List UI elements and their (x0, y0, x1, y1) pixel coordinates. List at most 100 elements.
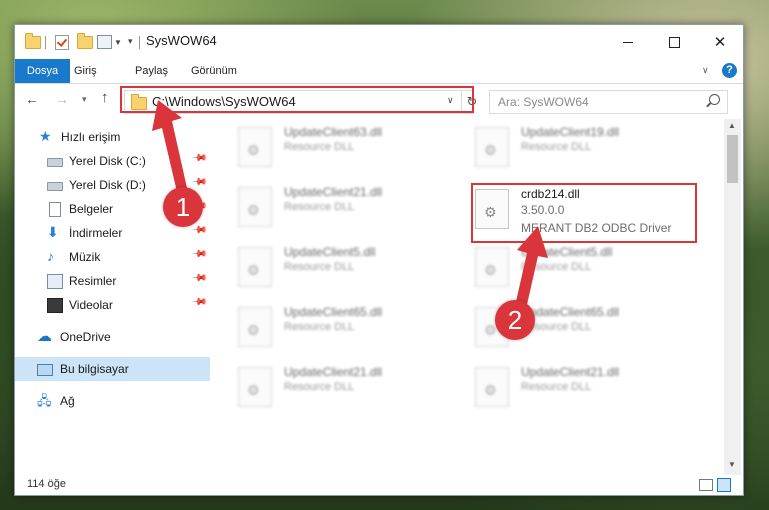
file-name: UpdateClient21.dll (521, 365, 620, 379)
forward-arrow-icon[interactable]: → (55, 91, 69, 107)
file-name: UpdateClient21.dll (284, 185, 383, 199)
properties-check-icon[interactable] (55, 34, 69, 50)
search-placeholder: Ara: SysWOW64 (498, 95, 589, 109)
dll-file-icon: ⚙ (238, 247, 272, 287)
file-type: Resource DLL (284, 141, 355, 153)
address-highlight (120, 86, 474, 113)
network-icon: 🖧 (37, 393, 52, 408)
tab-view[interactable]: Görünüm (191, 59, 237, 83)
help-icon[interactable]: ? (722, 63, 737, 78)
navigation-pane: ★ Hızlı erişim Yerel Disk (C:) 📌 Yerel D… (15, 119, 210, 475)
computer-icon (37, 364, 53, 376)
sidebar-item-label: Belgeler (69, 202, 114, 216)
step-1-badge: 1 (163, 187, 203, 227)
separator (45, 36, 46, 49)
pictures-icon (47, 274, 63, 289)
file-name: UpdateClient65.dll (284, 305, 383, 319)
sidebar-item-onedrive[interactable]: ☁ OneDrive (15, 325, 210, 349)
dll-file-icon: ⚙ (238, 127, 272, 167)
dll-file-icon: ⚙ (475, 367, 509, 407)
dll-file-icon: ⚙ (238, 307, 272, 347)
sidebar-item-label: Videolar (69, 298, 113, 312)
file-type: Resource DLL (521, 141, 592, 153)
maximize-button[interactable] (651, 25, 697, 59)
sidebar-item-videos[interactable]: Videolar 📌 (15, 293, 210, 317)
scrollbar-thumb[interactable] (727, 135, 738, 183)
file-type: Resource DLL (521, 261, 592, 273)
scroll-up-icon[interactable]: ▲ (728, 121, 736, 130)
file-name: UpdateClient63.dll (284, 125, 383, 139)
sidebar-item-pictures[interactable]: Resimler 📌 (15, 269, 210, 293)
sidebar-item-network[interactable]: 🖧 Ağ (15, 389, 210, 413)
ribbon-tabs: Dosya Giriş Paylaş Görünüm ∨ ? (15, 59, 743, 84)
file-item[interactable]: ⚙ UpdateClient21.dll Resource DLL (472, 365, 692, 415)
vertical-scrollbar[interactable]: ▲ ▼ (724, 119, 741, 475)
file-type: Resource DLL (284, 321, 355, 333)
disk-icon (47, 182, 63, 191)
minimize-button[interactable] (605, 25, 651, 59)
pin-icon[interactable]: 📌 (191, 222, 208, 239)
separator (139, 36, 140, 49)
file-type: Resource DLL (521, 381, 592, 393)
sidebar-item-label: Müzik (69, 250, 101, 264)
file-item[interactable]: ⚙ UpdateClient5.dll Resource DLL (235, 245, 455, 295)
sidebar-item-label: Yerel Disk (C:) (69, 154, 146, 168)
sidebar-item-quick-access[interactable]: ★ Hızlı erişim (15, 125, 210, 149)
pin-icon[interactable]: 📌 (191, 150, 208, 167)
sidebar-item-this-pc[interactable]: Bu bilgisayar (15, 357, 210, 381)
folder-icon (25, 32, 41, 50)
tiles-view-icon[interactable] (717, 478, 731, 492)
pin-icon[interactable]: 📌 (191, 270, 208, 287)
pin-icon[interactable]: 📌 (191, 174, 208, 191)
sidebar-item-label: Hızlı erişim (61, 130, 121, 144)
file-name: UpdateClient21.dll (284, 365, 383, 379)
file-item[interactable]: ⚙ UpdateClient65.dll Resource DLL (235, 305, 455, 355)
scroll-down-icon[interactable]: ▼ (728, 460, 736, 469)
file-name: UpdateClient5.dll (284, 245, 376, 259)
tab-file[interactable]: Dosya (15, 59, 70, 83)
quick-access-dropdown-icon[interactable]: ▾ (128, 33, 133, 49)
customize-toolbar-icon[interactable]: ▼ (97, 34, 122, 50)
star-icon: ★ (39, 128, 52, 144)
downloads-icon: ⬇ (47, 224, 59, 240)
file-name: UpdateClient19.dll (521, 125, 620, 139)
file-type: Resource DLL (284, 261, 355, 273)
back-arrow-icon[interactable]: ← (25, 91, 39, 107)
file-item[interactable]: ⚙ UpdateClient21.dll Resource DLL (235, 185, 455, 235)
sidebar-item-label: OneDrive (60, 330, 111, 344)
cloud-icon: ☁ (37, 328, 52, 345)
dll-file-icon: ⚙ (475, 127, 509, 167)
file-item[interactable]: ⚙ UpdateClient21.dll Resource DLL (235, 365, 455, 415)
target-file-highlight (471, 183, 697, 243)
sidebar-item-label: İndirmeler (69, 226, 123, 240)
sidebar-item-music[interactable]: ♪ Müzik 📌 (15, 245, 210, 269)
file-type: Resource DLL (284, 381, 355, 393)
tab-share[interactable]: Paylaş (135, 59, 168, 83)
file-list: ⚙ UpdateClient63.dll Resource DLL ⚙ Upda… (211, 119, 724, 475)
close-button[interactable]: ✕ (697, 25, 743, 59)
file-item[interactable]: ⚙ UpdateClient63.dll Resource DLL (235, 125, 455, 175)
file-name: UpdateClient65.dll (521, 305, 620, 319)
tab-home[interactable]: Giriş (74, 59, 97, 83)
sidebar-item-local-disk-c[interactable]: Yerel Disk (C:) 📌 (15, 149, 210, 173)
search-icon (709, 94, 720, 105)
disk-icon (47, 158, 63, 167)
status-bar: 114 öğe (15, 475, 743, 495)
file-name: UpdateClient5.dll (521, 245, 613, 259)
recent-locations-icon[interactable]: ▾ (82, 94, 87, 105)
file-type: Resource DLL (284, 201, 355, 213)
window-title: SysWOW64 (146, 33, 217, 48)
new-folder-icon[interactable] (77, 32, 93, 50)
dll-file-icon: ⚙ (238, 187, 272, 227)
expand-ribbon-icon[interactable]: ∨ (702, 65, 709, 76)
file-item[interactable]: ⚙ UpdateClient19.dll Resource DLL (472, 125, 692, 175)
pin-icon[interactable]: 📌 (191, 246, 208, 263)
item-count: 114 öğe (27, 478, 66, 490)
pin-icon[interactable]: 📌 (191, 294, 208, 311)
documents-icon (49, 202, 61, 217)
details-view-icon[interactable] (699, 479, 713, 491)
file-item[interactable]: ⚙ UpdateClient5.dll Resource DLL (472, 245, 692, 295)
search-input[interactable]: Ara: SysWOW64 (489, 90, 728, 114)
up-arrow-icon[interactable]: ↑ (101, 89, 109, 106)
step-2-badge: 2 (495, 300, 535, 340)
